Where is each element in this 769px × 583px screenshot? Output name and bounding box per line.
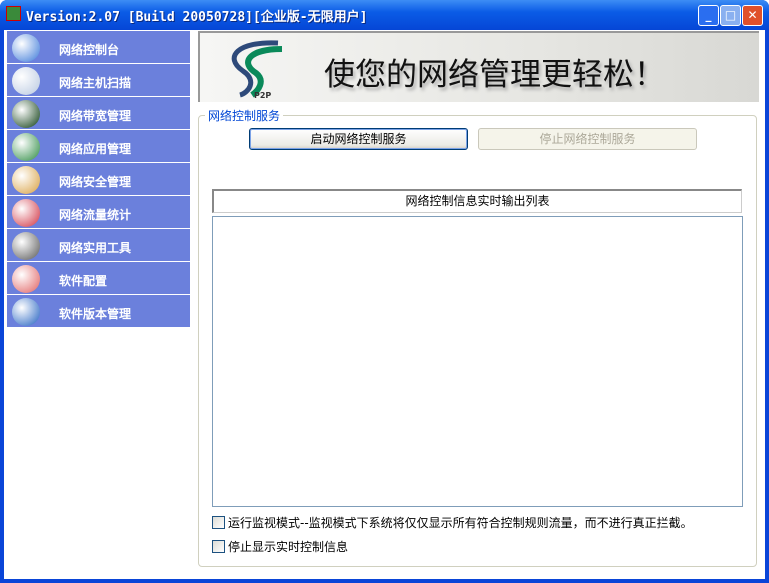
p2p-logo: P2P (231, 40, 283, 99)
sidebar-item-label: 网络带宽管理 (59, 109, 132, 123)
minimize-button[interactable]: _ (698, 5, 719, 26)
sidebar-item-label: 网络流量统计 (59, 208, 132, 222)
sidebar: 网络控制台网络主机扫描 网络带宽管理 网络应用管理 网络安全管理 网络流量统计 网络实用工… (7, 31, 190, 328)
sidebar-item-label: 网络应用管理 (59, 142, 132, 156)
group-label: 网络控制服务 (205, 107, 284, 124)
gear-icon (12, 265, 40, 293)
output-list[interactable] (212, 216, 743, 507)
window-title: Version:2.07 [Build 20050728][企业版-无限用户] (26, 10, 368, 25)
sidebar-item[interactable]: 网络安全管理 (7, 163, 190, 196)
banner: P2P 使您的网络管理更轻松！ (198, 31, 759, 102)
checkbox-box[interactable] (212, 540, 225, 553)
output-list-header[interactable]: 网络控制信息实时输出列表 (212, 189, 742, 213)
monitor-icon (12, 100, 40, 128)
windows-globe-icon (12, 133, 40, 161)
sidebar-item[interactable]: 网络带宽管理 (7, 97, 190, 130)
checkbox-box[interactable] (212, 516, 225, 529)
sidebar-item-label: 网络控制台 (59, 43, 120, 57)
help-icon (12, 298, 40, 326)
sidebar-item-label: 软件版本管理 (59, 307, 132, 321)
sidebar-item[interactable]: 网络实用工具 (7, 229, 190, 262)
app-icon (6, 6, 21, 21)
sidebar-item[interactable]: 软件版本管理 (7, 295, 190, 328)
bar-chart-icon (12, 199, 40, 227)
sidebar-item[interactable]: 软件配置 (7, 262, 190, 295)
tools-icon (12, 232, 40, 260)
title-bar[interactable]: Version:2.07 [Build 20050728][企业版-无限用户] … (0, 0, 769, 30)
start-service-button[interactable]: 启动网络控制服务 (249, 128, 468, 150)
sidebar-item[interactable]: 网络控制台 (7, 31, 190, 64)
banner-slogan: 使您的网络管理更轻松！ (324, 57, 665, 93)
globe-icon (12, 34, 40, 62)
close-button[interactable]: ✕ (742, 5, 763, 26)
keys-icon (12, 166, 40, 194)
sidebar-item-label: 网络实用工具 (59, 241, 132, 255)
sidebar-item-label: 网络主机扫描 (59, 76, 132, 90)
svg-text:P2P: P2P (254, 91, 271, 99)
stop-service-button[interactable]: 停止网络控制服务 (478, 128, 697, 150)
sidebar-item[interactable]: 网络流量统计 (7, 196, 190, 229)
sidebar-item[interactable]: 网络主机扫描 (7, 64, 190, 97)
stop-display-checkbox[interactable]: 停止显示实时控制信息 (212, 538, 348, 555)
sidebar-item-label: 网络安全管理 (59, 175, 132, 189)
stop-display-label: 停止显示实时控制信息 (228, 540, 349, 554)
sidebar-item[interactable]: 网络应用管理 (7, 130, 190, 163)
monitor-mode-label: 运行监视模式--监视模式下系统将仅仅显示所有符合控制规则流量，而不进行真正拦截。 (228, 516, 693, 530)
maximize-button[interactable]: □ (720, 5, 741, 26)
monitor-mode-checkbox[interactable]: 运行监视模式--监视模式下系统将仅仅显示所有符合控制规则流量，而不进行真正拦截。 (212, 514, 693, 531)
sidebar-item-label: 软件配置 (59, 274, 108, 288)
computer-icon (12, 67, 40, 95)
